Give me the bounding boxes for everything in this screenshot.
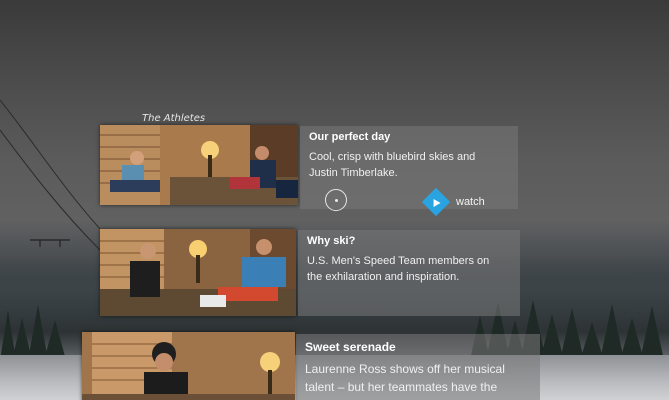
video-info-panel: Why ski? U.S. Men's Speed Team members o…	[298, 230, 520, 316]
video-description: U.S. Men's Speed Team members on the exh…	[307, 253, 511, 285]
video-thumbnail[interactable]	[100, 229, 296, 316]
description-line: Justin Timberlake.	[309, 167, 398, 179]
video-description: Cool, crisp with bluebird skies and Just…	[309, 149, 509, 181]
description-line: U.S. Men's Speed Team members on	[307, 255, 490, 267]
description-line: talent – but her teammates have the	[305, 380, 498, 394]
description-line: the exhilaration and inspiration.	[307, 271, 460, 283]
thumbnail-image	[100, 125, 298, 205]
gaze-cursor-icon[interactable]	[325, 189, 347, 211]
section-label: The Athletes	[142, 113, 206, 124]
description-line: Laurenne Ross shows off her musical	[305, 362, 505, 376]
cursor-dot	[334, 198, 338, 202]
video-thumbnail[interactable]	[100, 125, 298, 205]
video-title: Our perfect day	[309, 131, 391, 143]
watch-button[interactable]: watch	[421, 187, 485, 217]
description-line: Cool, crisp with bluebird skies and	[309, 151, 476, 163]
video-description: Laurenne Ross shows off her musical tale…	[305, 360, 531, 396]
thumbnail-image	[82, 332, 295, 400]
video-title: Why ski?	[307, 235, 356, 247]
watch-label: watch	[456, 196, 485, 208]
video-title: Sweet serenade	[305, 340, 396, 354]
video-info-panel: Sweet serenade Laurenne Ross shows off h…	[296, 334, 540, 400]
video-thumbnail[interactable]	[82, 332, 295, 400]
play-icon	[421, 187, 451, 217]
thumbnail-image	[100, 229, 296, 316]
